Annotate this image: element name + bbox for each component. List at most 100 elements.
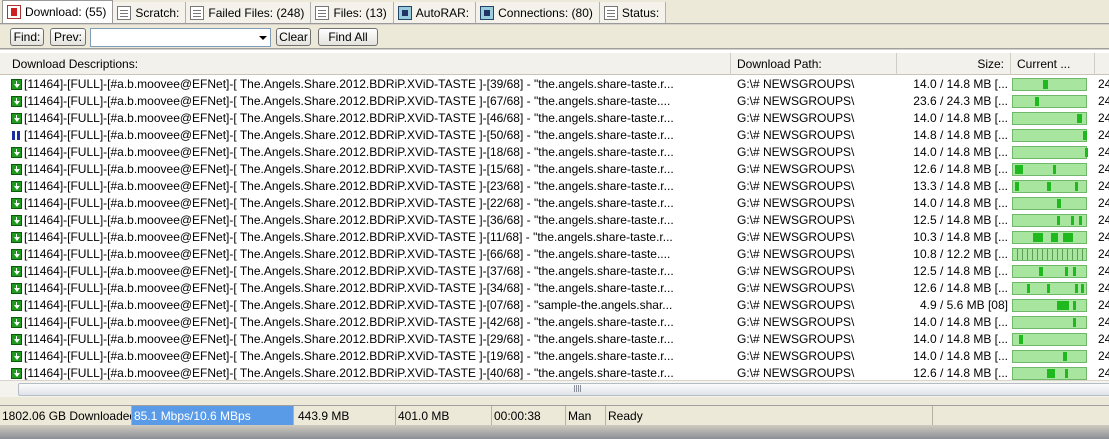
table-row[interactable]: [11464]-[FULL]-[#a.b.moovee@EFNet]-[ The… [0,280,1109,297]
row-size: 4.9 / 5.6 MB [08] [919,298,1008,312]
tab-label: Failed Files: (248) [208,5,305,20]
separator [0,397,1109,405]
row-extra-value: 24 [1098,162,1109,176]
row-progress-bar [1012,248,1087,261]
tab-failed-files[interactable]: Failed Files: (248) [186,2,312,23]
row-progress-bar [1012,197,1087,210]
row-description: [11464]-[FULL]-[#a.b.moovee@EFNet]-[ The… [24,281,674,295]
table-row[interactable]: [11464]-[FULL]-[#a.b.moovee@EFNet]-[ The… [0,195,1109,212]
row-download-path: G:\# NEWSGROUPS\ [737,128,855,142]
row-progress-bar [1012,163,1087,176]
table-row[interactable]: [11464]-[FULL]-[#a.b.moovee@EFNet]-[ The… [0,229,1109,246]
table-row[interactable]: [11464]-[FULL]-[#a.b.moovee@EFNet]-[ The… [0,348,1109,365]
table-row[interactable]: [11464]-[FULL]-[#a.b.moovee@EFNet]-[ The… [0,127,1109,144]
download-arrow-icon [11,232,22,243]
progress-segment [1035,97,1039,106]
column-header-current[interactable]: Current ... [1011,53,1095,75]
row-size: 10.3 / 14.8 MB [... [913,230,1008,244]
row-size: 13.3 / 14.8 MB [... [913,179,1008,193]
download-arrow-icon [11,215,22,226]
table-row[interactable]: [11464]-[FULL]-[#a.b.moovee@EFNet]-[ The… [0,110,1109,127]
row-size: 23.6 / 24.3 MB [... [913,94,1008,108]
row-size: 14.0 / 14.8 MB [... [913,145,1008,159]
tab-autorar[interactable]: AutoRAR: [393,2,477,23]
progress-segment [1039,267,1043,276]
row-size: 14.8 / 14.8 MB [... [913,128,1008,142]
table-row[interactable]: [11464]-[FULL]-[#a.b.moovee@EFNet]-[ The… [0,93,1109,110]
progress-segment [1085,148,1088,157]
row-download-path: G:\# NEWSGROUPS\ [737,332,855,346]
table-row[interactable]: [11464]-[FULL]-[#a.b.moovee@EFNet]-[ The… [0,144,1109,161]
row-progress-bar [1012,146,1088,159]
download-arrow-icon [11,147,22,158]
row-extra-value: 24 [1098,128,1109,142]
row-extra-value: 24 [1098,213,1109,227]
download-table: Download Descriptions: Download Path: Si… [0,50,1109,397]
progress-segment [1077,114,1082,123]
row-progress-bar [1012,299,1087,312]
column-header-path[interactable]: Download Path: [731,53,897,75]
row-extra-value: 24 [1098,298,1109,312]
clear-button[interactable]: Clear [276,28,311,46]
table-row[interactable]: [11464]-[FULL]-[#a.b.moovee@EFNet]-[ The… [0,297,1109,314]
row-download-path: G:\# NEWSGROUPS\ [737,179,855,193]
pause-icon [11,130,22,141]
prev-button[interactable]: Prev: [50,28,86,46]
download-arrow-icon [11,368,22,379]
table-row[interactable]: [11464]-[FULL]-[#a.b.moovee@EFNet]-[ The… [0,212,1109,229]
row-description: [11464]-[FULL]-[#a.b.moovee@EFNet]-[ The… [24,315,674,329]
taskbar-edge [0,425,1109,439]
download-arrow-icon [11,79,22,90]
network-icon [397,5,412,20]
row-description: [11464]-[FULL]-[#a.b.moovee@EFNet]-[ The… [24,162,674,176]
row-size: 14.0 / 14.8 MB [... [913,111,1008,125]
find-all-button[interactable]: Find All [318,28,378,46]
find-button[interactable]: Find: [10,28,44,46]
tab-download[interactable]: Download: (55) [2,0,114,23]
progress-segment [1063,352,1067,361]
column-header-description[interactable]: Download Descriptions: [6,53,731,75]
horizontal-scrollbar[interactable] [0,380,1109,397]
status-size-remaining: 443.9 MB [296,406,396,426]
row-size: 12.5 / 14.8 MB [... [913,264,1008,278]
row-size: 12.6 / 14.8 MB [... [913,162,1008,176]
row-progress-bar [1012,282,1087,295]
table-body: [11464]-[FULL]-[#a.b.moovee@EFNet]-[ The… [0,76,1109,382]
table-row[interactable]: [11464]-[FULL]-[#a.b.moovee@EFNet]-[ The… [0,178,1109,195]
table-row[interactable]: [11464]-[FULL]-[#a.b.moovee@EFNet]-[ The… [0,331,1109,348]
row-extra-value: 24 [1098,196,1109,210]
tab-scratch[interactable]: Scratch: [113,2,187,23]
scrollbar-thumb[interactable] [18,383,1109,396]
tab-files[interactable]: Files: (13) [311,2,394,23]
tab-status[interactable]: Status: [599,2,667,23]
progress-segment [1057,199,1061,208]
row-description: [11464]-[FULL]-[#a.b.moovee@EFNet]-[ The… [24,349,674,363]
table-row[interactable]: [11464]-[FULL]-[#a.b.moovee@EFNet]-[ The… [0,314,1109,331]
row-description: [11464]-[FULL]-[#a.b.moovee@EFNet]-[ The… [24,213,674,227]
table-row[interactable]: [11464]-[FULL]-[#a.b.moovee@EFNet]-[ The… [0,76,1109,93]
table-row[interactable]: [11464]-[FULL]-[#a.b.moovee@EFNet]-[ The… [0,263,1109,280]
progress-segment [1015,165,1023,174]
row-extra-value: 24 [1098,230,1109,244]
download-arrow-icon [11,113,22,124]
progress-segment [1027,284,1030,293]
row-download-path: G:\# NEWSGROUPS\ [737,213,855,227]
row-size: 10.8 / 12.2 MB [... [913,247,1008,261]
progress-segment [1081,284,1084,293]
table-row[interactable]: [11464]-[FULL]-[#a.b.moovee@EFNet]-[ The… [0,161,1109,178]
row-download-path: G:\# NEWSGROUPS\ [737,145,855,159]
progress-segment [1047,182,1051,191]
download-arrow-icon [11,317,22,328]
row-progress-bar [1012,180,1087,193]
status-speed: 85.1 Mbps/10.6 MBps [132,406,294,426]
table-row[interactable]: [11464]-[FULL]-[#a.b.moovee@EFNet]-[ The… [0,246,1109,263]
status-downloaded: 1802.06 GB Downloaded [0,406,132,426]
row-download-path: G:\# NEWSGROUPS\ [737,111,855,125]
tab-connections[interactable]: Connections: (80) [476,2,600,23]
row-download-path: G:\# NEWSGROUPS\ [737,298,855,312]
column-header-size[interactable]: Size: [897,53,1011,75]
chevron-down-icon[interactable] [259,36,267,40]
row-description: [11464]-[FULL]-[#a.b.moovee@EFNet]-[ The… [24,196,674,210]
search-combo[interactable] [90,28,271,47]
row-description: [11464]-[FULL]-[#a.b.moovee@EFNet]-[ The… [24,230,673,244]
